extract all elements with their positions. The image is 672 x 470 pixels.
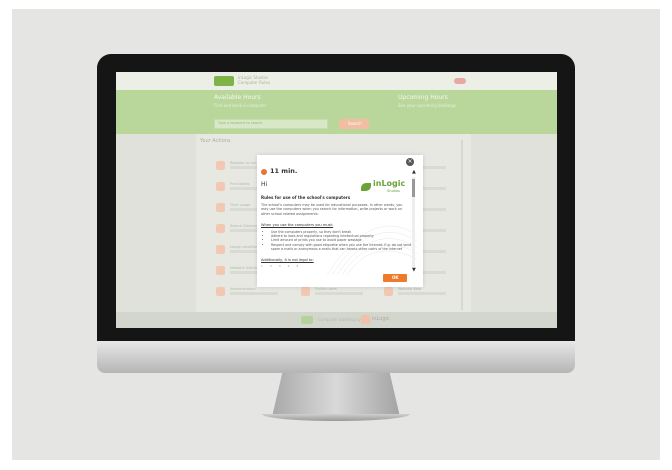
- monitor-screen: inLogic Studios Computer Rules Available …: [116, 72, 557, 328]
- close-icon[interactable]: ×: [406, 158, 414, 166]
- tile-icon: [216, 161, 225, 170]
- rules-additional-title: Additionally, it is not legal to:: [261, 258, 314, 262]
- search-button[interactable]: Search: [339, 119, 369, 129]
- logo-name: inLogic: [373, 179, 406, 188]
- modal-scroll-thumb[interactable]: [412, 179, 415, 197]
- tile-title: Register an hour: [230, 161, 260, 165]
- list-item: Respect and comply with good etiquette w…: [271, 243, 413, 251]
- inlogic-logo: inLogic Studios: [361, 179, 411, 195]
- tile-subtitle: Admin tools: [230, 292, 278, 295]
- tile-icon: [216, 287, 225, 296]
- site-app-name: inLogic Studios Computer Rules: [238, 75, 270, 85]
- monitor-chin: [97, 341, 575, 373]
- monitor-stand: [272, 373, 400, 417]
- tile-title: Time usage: [230, 203, 251, 207]
- modal-greeting: Hi: [261, 181, 268, 188]
- section-title: Your Actions: [200, 138, 231, 144]
- tile-icon: [216, 224, 225, 233]
- tile-icon: [216, 266, 225, 275]
- hero-right-title: Upcoming Hours: [398, 94, 448, 101]
- site-logo[interactable]: [214, 76, 234, 86]
- tile-title: Print labels: [230, 182, 250, 186]
- action-tile[interactable]: Online usersWho is online: [301, 284, 379, 304]
- scroll-up-icon[interactable]: ▲: [412, 169, 416, 175]
- hero-right-subtitle: See your upcoming bookings: [398, 103, 457, 108]
- ok-button[interactable]: OK: [383, 274, 407, 282]
- search-input[interactable]: Type a keyword to search: [214, 119, 328, 129]
- session-timer: 11 min.: [270, 167, 298, 175]
- rules-modal: × 11 min. Hi inLogic Studios Rules for u…: [257, 155, 423, 287]
- tile-title: Usage conditions: [230, 245, 261, 249]
- rules-intro: The school's computers may be used for e…: [261, 203, 403, 216]
- footer-logo: [301, 316, 313, 324]
- tile-icon: [216, 245, 225, 254]
- tile-title: Search Directory: [230, 224, 260, 228]
- action-tile[interactable]: AdministrationAdmin tools: [216, 284, 294, 304]
- hero-banner: Available Hours Find and book a computer…: [116, 90, 557, 134]
- tile-icon: [301, 287, 310, 296]
- rules-list: Use the computers properly, so they don'…: [266, 230, 413, 251]
- tile-subtitle: Public site: [398, 292, 446, 295]
- tile-subtitle: Who is online: [315, 292, 363, 295]
- tile-title: Administration: [230, 287, 256, 291]
- footer-brand: inLogic: [372, 316, 390, 322]
- tile-icon: [216, 182, 225, 191]
- rules-pager[interactable]: 1 2 3 4 5: [261, 264, 301, 268]
- footer-brand-icon: [361, 315, 370, 324]
- scroll-down-icon[interactable]: ▼: [412, 267, 416, 273]
- site-footer: Computer booking system inLogic: [116, 312, 557, 328]
- rules-when-title: When you use the computers you must:: [261, 223, 334, 227]
- tile-title: Online users: [315, 287, 337, 291]
- tile-title: Website view: [398, 287, 422, 291]
- hero-title: Available Hours: [214, 94, 261, 101]
- rules-title: Rules for use of the school's computers: [261, 195, 351, 200]
- timer-icon: [261, 169, 267, 175]
- tile-icon: [216, 203, 225, 212]
- logo-sub: Studios: [387, 189, 400, 193]
- language-toggle[interactable]: [454, 78, 466, 84]
- hero-subtitle: Find and book a computer: [214, 103, 267, 108]
- action-tile[interactable]: Website viewPublic site: [384, 284, 462, 304]
- site-topbar: inLogic Studios Computer Rules: [116, 72, 557, 90]
- tile-icon: [384, 287, 393, 296]
- leaf-icon: [361, 183, 371, 191]
